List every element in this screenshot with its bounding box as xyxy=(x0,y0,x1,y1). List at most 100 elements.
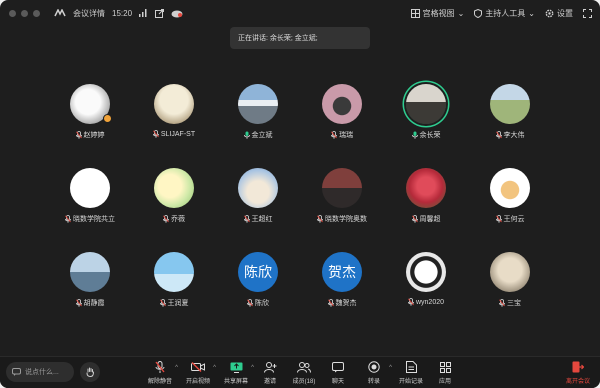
participant-tile[interactable]: 乔薇 xyxy=(132,168,216,238)
participant-tile[interactable]: SLIJAF-ST xyxy=(132,84,216,154)
avatar xyxy=(406,252,446,292)
gear-icon xyxy=(545,9,554,18)
document-icon xyxy=(405,361,417,373)
zoom-window-button[interactable] xyxy=(33,9,40,17)
view-switch-label: 宫格视图 xyxy=(422,8,455,18)
avatar xyxy=(70,252,110,292)
avatar xyxy=(238,168,278,208)
mic-off-icon xyxy=(495,215,502,223)
participant-name: 魏贺杰 xyxy=(335,300,357,307)
mute-button[interactable]: 解除静音 ^ xyxy=(142,360,178,388)
participant-name-row: 王何云 xyxy=(468,214,552,224)
meeting-toolbar: 说点什么... 解除静音 ^ 开启视频 ^ 共享屏幕 ^ 邀请 成员(18) 聊… xyxy=(0,356,600,388)
participant-tile[interactable]: 周馨超 xyxy=(384,168,468,238)
mute-label: 解除静音 xyxy=(147,379,172,385)
speaking-indicator: 正在讲话: 余长荣; 金立斌; xyxy=(230,27,370,49)
meeting-info-link[interactable]: 会议详情 xyxy=(73,8,105,19)
record-icon xyxy=(368,361,380,373)
participant-name: 王润夏 xyxy=(167,300,189,307)
participant-tile[interactable]: 晓数学院共立 xyxy=(48,168,132,238)
participant-name-row: 赵婷婷 xyxy=(48,130,132,140)
mic-on-icon xyxy=(411,131,418,139)
participant-name-row: 三宝 xyxy=(468,298,552,308)
view-switch-button[interactable]: 宫格视图 ⌄ xyxy=(410,8,464,19)
mic-off-icon xyxy=(243,215,250,223)
apps-button[interactable]: 应用 xyxy=(427,360,463,388)
participant-tile[interactable]: 赵婷婷 xyxy=(48,84,132,154)
mic-off-icon xyxy=(247,299,253,307)
participant-tile[interactable]: 瑞瑞 xyxy=(300,84,384,154)
participant-tile[interactable]: 陈欣 陈欣 xyxy=(216,252,300,322)
participant-tile[interactable]: wyn2020 xyxy=(384,252,468,322)
chat-button[interactable]: 聊天 xyxy=(320,360,356,388)
participant-tile[interactable]: 李大伟 xyxy=(468,84,552,154)
minimize-window-button[interactable] xyxy=(21,9,28,17)
leave-meeting-button[interactable]: 离开会议 xyxy=(560,360,596,388)
mic-off-icon xyxy=(408,298,414,306)
window-controls xyxy=(9,9,40,17)
participant-name: 周馨超 xyxy=(419,216,441,223)
host-tools-button[interactable]: 主持人工具 ⌄ xyxy=(474,8,535,19)
avatar xyxy=(154,252,194,292)
participant-name-row: 余长荣 xyxy=(384,130,468,140)
participant-name-row: 乔薇 xyxy=(132,214,216,224)
participant-tile[interactable]: 余长荣 xyxy=(384,84,468,154)
participant-tile[interactable]: 贺杰魏贺杰 xyxy=(300,252,384,322)
invite-button[interactable]: 邀请 xyxy=(252,360,288,388)
participant-tile[interactable]: 晓数学院奥数 xyxy=(300,168,384,238)
participant-tile[interactable]: 王何云 xyxy=(468,168,552,238)
chat-placeholder: 说点什么... xyxy=(25,369,59,376)
close-window-button[interactable] xyxy=(9,9,16,17)
mic-off-icon xyxy=(75,299,82,307)
participant-name-row: 胡静霞 xyxy=(48,298,132,308)
record-label: 转录 xyxy=(367,379,380,385)
chat-label: 聊天 xyxy=(331,379,344,385)
reaction-button[interactable] xyxy=(80,362,100,382)
fullscreen-icon[interactable] xyxy=(583,8,592,18)
participant-name-row: 李大伟 xyxy=(468,130,552,140)
mic-off-icon xyxy=(75,131,82,139)
camera-off-icon xyxy=(191,362,205,372)
participant-name: 乔薇 xyxy=(171,216,185,223)
video-button[interactable]: 开启视频 ^ xyxy=(180,360,216,388)
chat-input[interactable]: 说点什么... xyxy=(6,362,74,382)
members-button[interactable]: 成员(18) xyxy=(286,360,322,388)
chat-icon xyxy=(332,361,344,373)
external-link-icon[interactable] xyxy=(155,8,165,18)
participant-tile[interactable]: 王润夏 xyxy=(132,252,216,322)
avatar xyxy=(490,168,530,208)
participant-name-row: 王润夏 xyxy=(132,298,216,308)
avatar xyxy=(406,168,446,208)
participant-name: 金立斌 xyxy=(251,132,273,139)
participant-name-row: 周馨超 xyxy=(384,214,468,224)
avatar xyxy=(406,84,446,124)
meeting-logo-icon xyxy=(54,9,66,17)
participant-name: 李大伟 xyxy=(503,132,525,139)
participant-tile[interactable]: 王超红 xyxy=(216,168,300,238)
add-user-icon xyxy=(263,361,277,373)
invite-label: 邀请 xyxy=(263,379,276,385)
host-tools-label: 主持人工具 xyxy=(485,8,526,18)
participant-name: 瑞瑞 xyxy=(339,132,353,139)
members-icon xyxy=(297,361,311,373)
avatar: 贺杰 xyxy=(322,252,362,292)
signal-icon xyxy=(139,9,148,17)
participant-name-row: 陈欣 xyxy=(216,298,300,308)
share-screen-button[interactable]: 共享屏幕 ^ xyxy=(218,360,254,388)
avatar xyxy=(322,168,362,208)
share-screen-icon xyxy=(230,362,243,373)
participant-name: 三宝 xyxy=(507,300,521,307)
settings-button[interactable]: 设置 xyxy=(545,8,573,19)
mic-off-icon xyxy=(152,130,159,138)
chevron-up-icon[interactable]: ^ xyxy=(175,365,178,371)
participant-tile[interactable]: 金立斌 xyxy=(216,84,300,154)
participant-tile[interactable]: 三宝 xyxy=(468,252,552,322)
participant-name: 胡静霞 xyxy=(83,300,105,307)
chevron-up-icon[interactable]: ^ xyxy=(389,365,392,371)
participant-tile[interactable]: 胡静霞 xyxy=(48,252,132,322)
docs-button[interactable]: 开始记录 xyxy=(393,360,429,388)
chevron-down-icon: ⌄ xyxy=(528,8,535,18)
record-button[interactable]: 转录 ^ xyxy=(356,360,392,388)
chevron-up-icon[interactable]: ^ xyxy=(213,365,216,371)
avatar xyxy=(238,84,278,124)
